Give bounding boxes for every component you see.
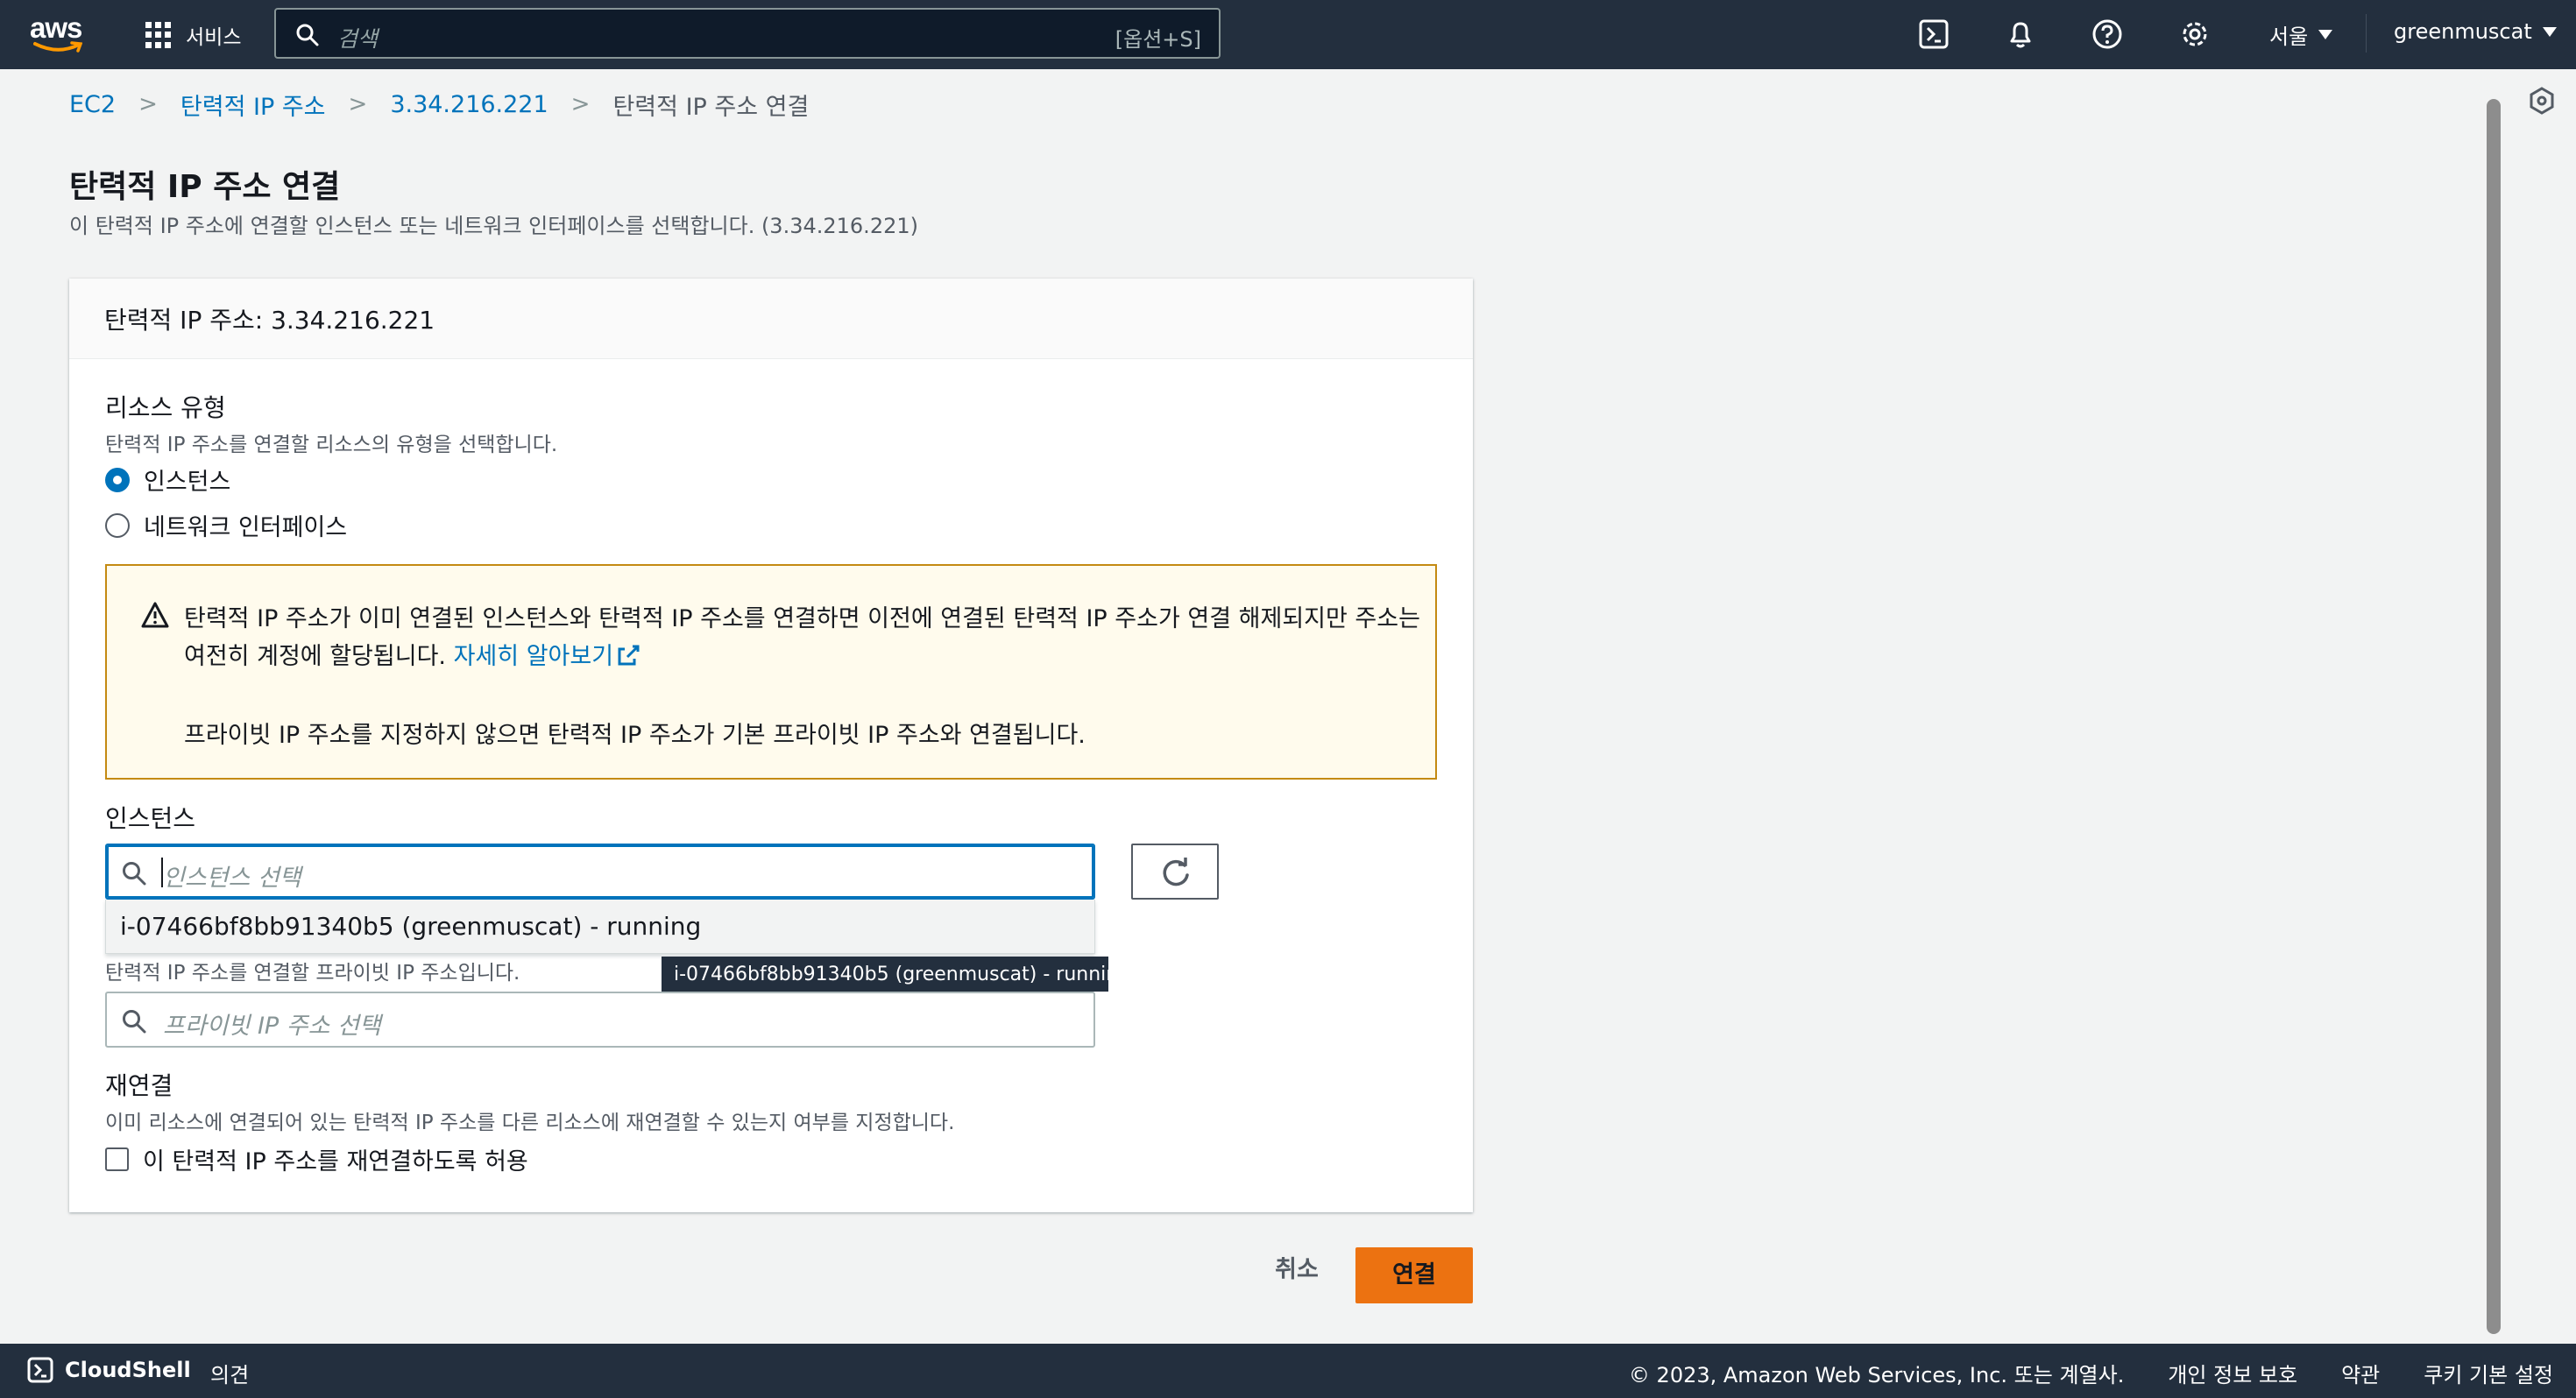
search-shortcut: [옵션+S] [1115, 27, 1201, 52]
privacy-link[interactable]: 개인 정보 보호 [2168, 1358, 2297, 1388]
nav-divider [2366, 14, 2367, 53]
radio-instance[interactable]: 인스턴스 [105, 462, 230, 497]
private-ip-select-input[interactable]: 프라이빗 IP 주소 선택 [105, 992, 1095, 1048]
cloudshell-button[interactable]: CloudShell [26, 1356, 191, 1384]
panel-header: 탄력적 IP 주소: 3.34.216.221 [69, 279, 1473, 359]
account-menu[interactable]: greenmuscat [2394, 19, 2557, 44]
radio-network-interface[interactable]: 네트워크 인터페이스 [105, 508, 347, 542]
learn-more-link[interactable]: 자세히 알아보기 [454, 643, 641, 670]
cloudshell-icon [27, 1357, 53, 1383]
private-ip-placeholder: 프라이빗 IP 주소 선택 [163, 1013, 381, 1040]
radio-network-interface-label: 네트워크 인터페이스 [144, 514, 348, 541]
page-scrollbar[interactable] [2487, 99, 2501, 1334]
instance-select-input[interactable]: 인스턴스 선택 [105, 844, 1095, 900]
aws-smile-icon [33, 41, 82, 53]
breadcrumb-current: 탄력적 IP 주소 연결 [612, 93, 810, 121]
help-panel-icon[interactable] [2526, 85, 2558, 116]
caret-down-icon [2542, 26, 2557, 37]
footer-bar: CloudShell 의견 © 2023, Amazon Web Service… [0, 1344, 2576, 1398]
page-subtitle: 이 탄력적 IP 주소에 연결할 인스턴스 또는 네트워크 인터페이스를 선택합… [69, 214, 918, 238]
region-label: 서울 [2269, 25, 2309, 49]
top-navigation: aws 서비스 검색 [옵션+S] 서울 greenmuscat [0, 0, 2576, 69]
alert-text-line2: 여전히 계정에 할당됩니다. 자세히 알아보기 [184, 637, 641, 671]
region-selector[interactable]: 서울 [2269, 19, 2333, 50]
page-title: 탄력적 IP 주소 연결 [69, 169, 341, 205]
feedback-link[interactable]: 의견 [210, 1358, 249, 1388]
terms-link[interactable]: 약관 [2341, 1358, 2380, 1388]
instance-tooltip: i-07466bf8bb91340b5 (greenmuscat) - runn… [662, 957, 1130, 992]
instance-label: 인스턴스 [105, 804, 196, 833]
refresh-icon [1163, 858, 1189, 886]
warning-alert: 탄력적 IP 주소가 이미 연결된 인스턴스와 탄력적 IP 주소를 연결하면 … [105, 564, 1437, 780]
grid-icon [145, 22, 172, 48]
search-icon [123, 862, 146, 886]
services-menu[interactable]: 서비스 [145, 19, 241, 51]
services-label: 서비스 [186, 26, 242, 49]
private-ip-description: 탄력적 IP 주소를 연결할 프라이빗 IP 주소입니다. [105, 962, 520, 985]
radio-selected-icon[interactable] [105, 467, 130, 492]
reassociation-description: 이미 리소스에 연결되어 있는 탄력적 IP 주소를 다른 리소스에 재연결할 … [105, 1112, 955, 1134]
bell-icon[interactable] [2004, 18, 2037, 51]
breadcrumb-ip[interactable]: 3.34.216.221 [390, 91, 548, 118]
chevron-right-icon: > [348, 91, 368, 117]
allow-reassociation-checkbox[interactable]: 이 탄력적 IP 주소를 재연결하도록 허용 [105, 1142, 528, 1176]
checkbox-box[interactable] [105, 1147, 129, 1171]
radio-unselected-icon[interactable] [105, 512, 130, 538]
alert-text-line1: 탄력적 IP 주소가 이미 연결된 인스턴스와 탄력적 IP 주소를 연결하면 … [184, 605, 1420, 632]
cloudshell-label: CloudShell [65, 1358, 191, 1382]
search-icon [296, 24, 319, 46]
refresh-button[interactable] [1131, 844, 1219, 900]
account-name: greenmuscat [2394, 19, 2532, 44]
instance-select-placeholder: 인스턴스 선택 [163, 865, 301, 892]
cookie-preferences-link[interactable]: 쿠키 기본 설정 [2424, 1358, 2553, 1388]
footer-links: © 2023, Amazon Web Services, Inc. 또는 계열사… [1629, 1358, 2553, 1388]
alert-text-line3: 프라이빗 IP 주소를 지정하지 않으면 탄력적 IP 주소가 기본 프라이빗 … [184, 722, 1086, 749]
form-container: 탄력적 IP 주소: 3.34.216.221 리소스 유형 탄력적 IP 주소… [69, 279, 1473, 1212]
radio-instance-label: 인스턴스 [144, 469, 231, 496]
resource-type-label: 리소스 유형 [105, 393, 226, 422]
copyright-text: © 2023, Amazon Web Services, Inc. 또는 계열사… [1628, 1363, 2125, 1387]
instance-option-label: i-07466bf8bb91340b5 (greenmuscat) - runn… [120, 912, 702, 941]
cancel-button[interactable]: 취소 [1262, 1251, 1332, 1289]
resource-type-description: 탄력적 IP 주소를 연결할 리소스의 유형을 선택합니다. [105, 434, 558, 456]
panel-header-title: 탄력적 IP 주소: 3.34.216.221 [104, 306, 435, 335]
warning-icon [141, 602, 169, 628]
aws-logo[interactable]: aws [30, 12, 88, 53]
breadcrumb-elastic-ips[interactable]: 탄력적 IP 주소 [180, 88, 326, 122]
search-placeholder: 검색 [337, 26, 379, 52]
settings-icon[interactable] [2178, 18, 2212, 51]
caret-down-icon [2318, 30, 2333, 39]
associate-button[interactable]: 연결 [1355, 1247, 1473, 1303]
chevron-right-icon: > [138, 91, 158, 117]
cloudshell-icon[interactable] [1917, 18, 1950, 51]
external-link-icon [618, 645, 640, 666]
reassociation-label: 재연결 [105, 1071, 173, 1100]
instance-dropdown-option[interactable]: i-07466bf8bb91340b5 (greenmuscat) - runn… [105, 900, 1095, 954]
search-icon [123, 1010, 146, 1034]
help-icon[interactable] [2091, 18, 2124, 51]
breadcrumb: EC2 > 탄력적 IP 주소 > 3.34.216.221 > 탄력적 IP … [69, 88, 810, 122]
breadcrumb-ec2[interactable]: EC2 [69, 91, 116, 118]
allow-reassociation-label: 이 탄력적 IP 주소를 재연결하도록 허용 [143, 1148, 528, 1176]
global-search-input[interactable]: 검색 [옵션+S] [274, 8, 1221, 59]
chevron-right-icon: > [570, 91, 591, 117]
